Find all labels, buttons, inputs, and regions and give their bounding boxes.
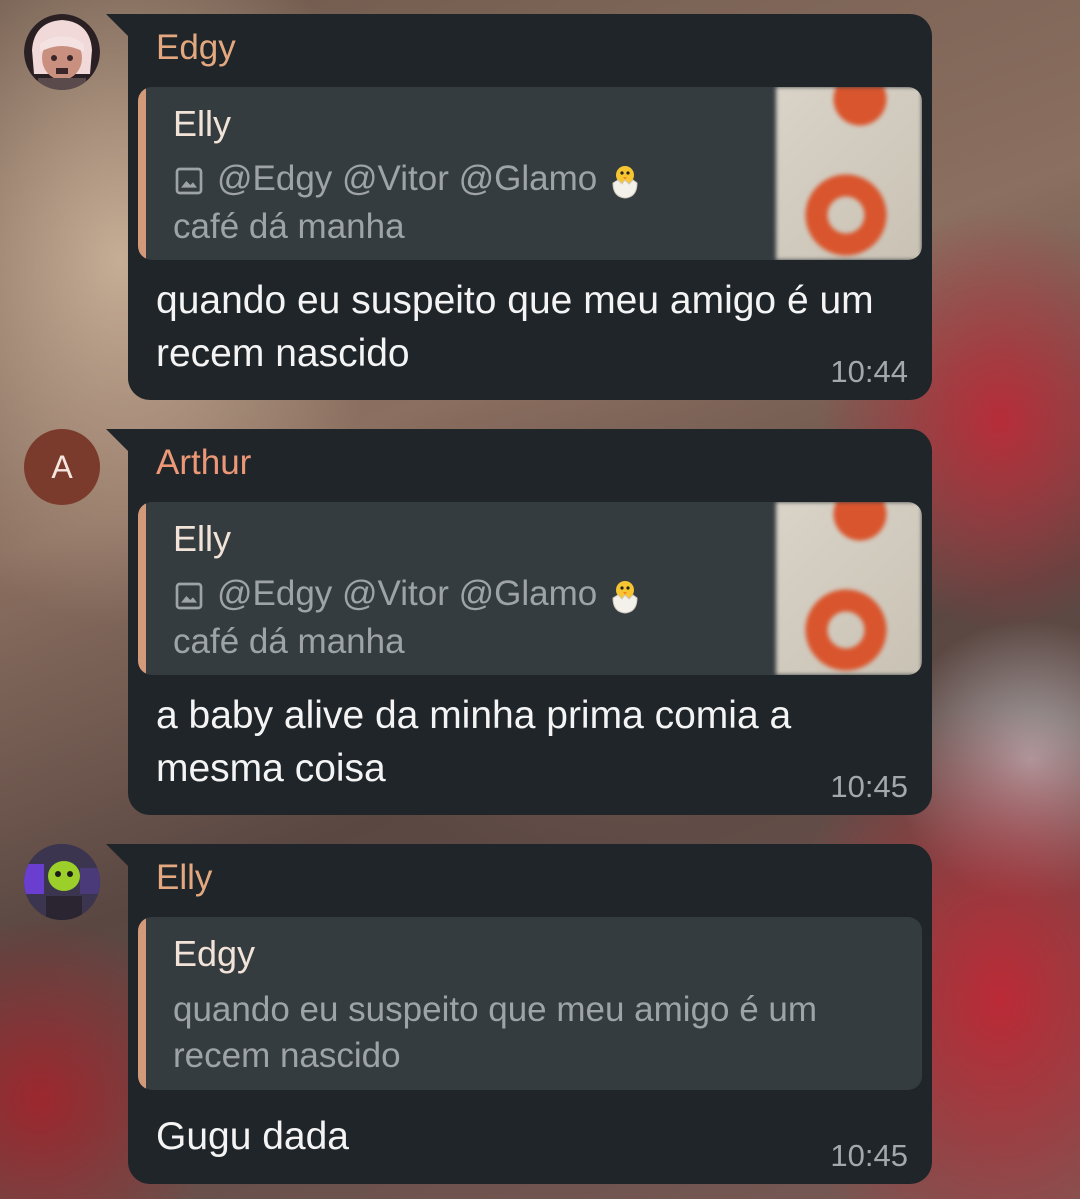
reply-caption: café dá manha [173, 207, 405, 246]
avatar-arthur[interactable]: A [24, 429, 100, 505]
message-text: a baby alive da minha prima comia a mesm… [156, 694, 792, 790]
reply-quote: quando eu suspeito que meu amigo é um re… [173, 990, 818, 1075]
reply-mentions: @Edgy @Vitor @Glamo [217, 574, 598, 613]
image-icon [175, 167, 203, 195]
message-time: 10:45 [830, 769, 908, 804]
reply-mentions-line: @Edgy @Vitor @Glamo [173, 159, 645, 201]
message-arthur[interactable]: A Arthur Elly @Edgy @Vitor @Glamo café d… [0, 429, 1080, 815]
reply-thumbnail-image[interactable] [776, 502, 922, 675]
reply-mentions: @Edgy @Vitor @Glamo [217, 159, 598, 198]
avatar-edgy-image [24, 14, 100, 90]
avatar-elly[interactable] [24, 844, 100, 920]
reply-sender-name: Edgy [173, 933, 256, 974]
reply-preview[interactable]: Edgy quando eu suspeito que meu amigo é … [138, 917, 922, 1090]
bubble-tail [106, 14, 128, 36]
message-edgy[interactable]: Edgy Elly @Edgy @Vitor @Glamo café dá ma… [0, 14, 1080, 400]
reply-accent-bar [138, 87, 146, 260]
reply-sender-name: Elly [173, 103, 232, 144]
avatar-elly-image [24, 844, 100, 920]
hatching-chick-icon [612, 580, 638, 614]
message-elly[interactable]: Elly Edgy quando eu suspeito que meu ami… [0, 844, 1080, 1184]
message-bubble[interactable]: Elly Edgy quando eu suspeito que meu ami… [106, 844, 932, 1184]
message-text: quando eu suspeito que meu amigo é um re… [156, 279, 874, 375]
avatar-edgy[interactable] [24, 14, 100, 90]
reply-thumbnail-image[interactable] [776, 87, 922, 260]
reply-preview[interactable]: Elly @Edgy @Vitor @Glamo café dá manha [138, 502, 922, 675]
message-bubble[interactable]: Edgy Elly @Edgy @Vitor @Glamo café dá ma… [106, 14, 932, 400]
bubble-tail [106, 844, 128, 866]
hatching-chick-icon [612, 165, 638, 199]
reply-caption: café dá manha [173, 622, 405, 661]
sender-name[interactable]: Edgy [156, 28, 236, 68]
reply-mentions-line: @Edgy @Vitor @Glamo [173, 574, 645, 616]
sender-name[interactable]: Arthur [156, 443, 251, 483]
message-time: 10:44 [830, 354, 908, 389]
message-bubble[interactable]: Arthur Elly @Edgy @Vitor @Glamo café dá … [106, 429, 932, 815]
bubble-tail [106, 429, 128, 451]
reply-accent-bar [138, 917, 146, 1090]
reply-preview[interactable]: Elly @Edgy @Vitor @Glamo café dá manha [138, 87, 922, 260]
reply-accent-bar [138, 502, 146, 675]
message-text: Gugu dada [156, 1115, 350, 1158]
message-time: 10:45 [830, 1138, 908, 1173]
image-icon [175, 582, 203, 610]
sender-name[interactable]: Elly [156, 858, 212, 898]
reply-sender-name: Elly [173, 518, 232, 559]
